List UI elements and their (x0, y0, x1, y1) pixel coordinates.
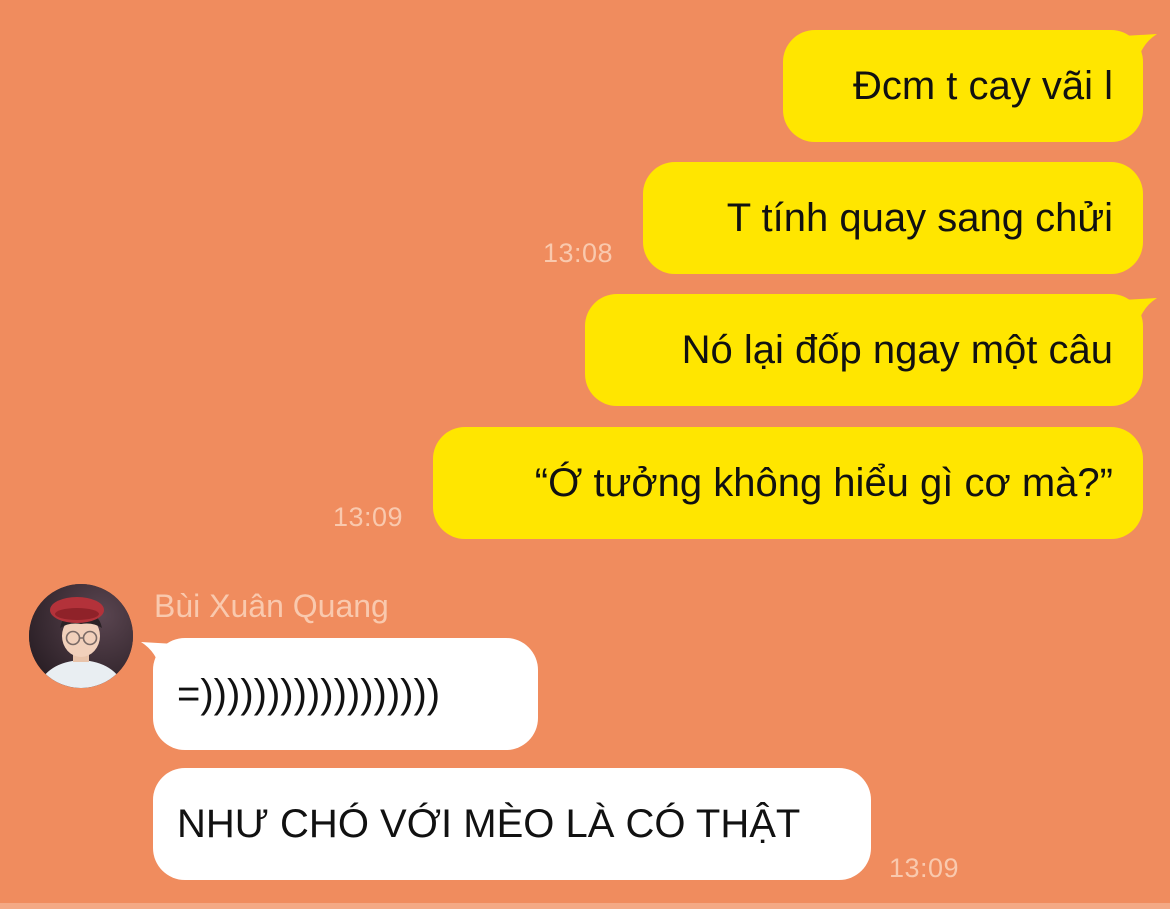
message-text: Đcm t cay vãi l (852, 64, 1113, 108)
bubble-tail-icon (1123, 34, 1157, 64)
user-avatar-icon[interactable] (29, 584, 133, 688)
outgoing-message[interactable]: “Ớ tưởng không hiểu gì cơ mà?” (433, 427, 1143, 539)
outgoing-message[interactable]: Nó lại đốp ngay một câu (585, 294, 1157, 406)
message-timestamp: 13:09 (889, 853, 960, 883)
incoming-message[interactable]: =)))))))))))))))))) (141, 638, 538, 750)
message-text: T tính quay sang chửi (726, 196, 1113, 240)
message-text: Nó lại đốp ngay một câu (681, 328, 1113, 372)
chat-thread: Đcm t cay vãi l T tính quay sang chửi 13… (0, 0, 1170, 909)
message-text: “Ớ tưởng không hiểu gì cơ mà?” (534, 461, 1113, 505)
avatar-image (29, 584, 133, 688)
message-timestamp: 13:09 (333, 502, 404, 532)
bubble-tail-icon (1123, 298, 1157, 328)
input-area-edge (0, 903, 1170, 909)
outgoing-message[interactable]: T tính quay sang chửi (643, 162, 1143, 274)
sender-name: Bùi Xuân Quang (154, 588, 389, 624)
message-timestamp: 13:08 (543, 238, 614, 268)
message-text: NHƯ CHÓ VỚI MÈO LÀ CÓ THẬT (177, 802, 801, 846)
incoming-message[interactable]: NHƯ CHÓ VỚI MÈO LÀ CÓ THẬT (153, 768, 871, 880)
outgoing-message[interactable]: Đcm t cay vãi l (783, 30, 1157, 142)
bubble-tail-icon (141, 642, 175, 672)
message-text: =)))))))))))))))))) (177, 672, 441, 716)
